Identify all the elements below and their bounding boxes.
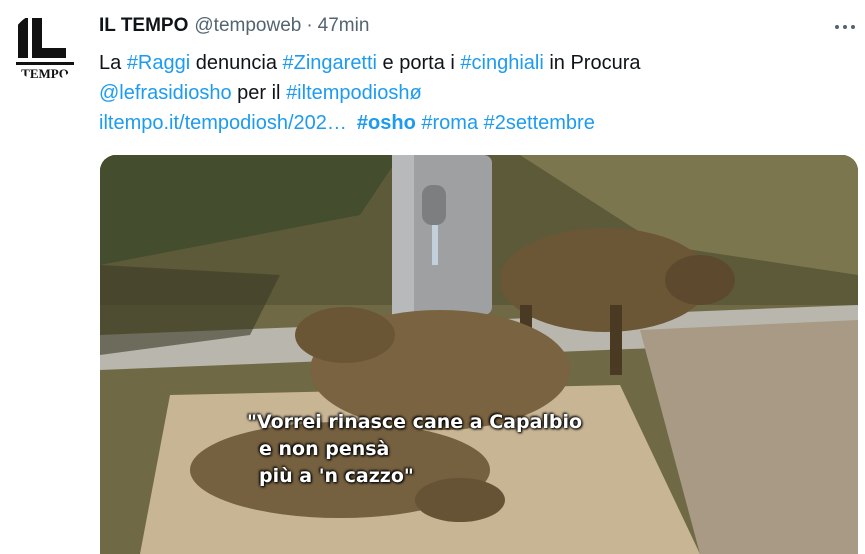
tweet[interactable]: TEMPO IL TEMPO @tempoweb · 47min La #Rag… [0,0,865,554]
author-handle[interactable]: @tempoweb [194,15,301,37]
tweet-header: IL TEMPO @tempoweb · 47min [99,15,369,41]
author-name[interactable]: IL TEMPO [99,15,188,37]
svg-text:TEMPO: TEMPO [21,66,69,81]
caption-line-3: più a 'n cazzo" [259,465,414,487]
hashtag-2settembre-link[interactable]: #2settembre [484,112,595,134]
text-segment: e porta i [377,52,461,74]
hashtag-zingaretti-link[interactable]: #Zingaretti [283,52,378,74]
image-caption: "Vorrei rinasce cane a Capalbio e non pe… [247,409,582,490]
tweet-time[interactable]: 47min [318,15,370,37]
more-options-button[interactable] [830,16,860,38]
tweet-text-line-2: @lefrasidiosho per il #iltempodioshø [99,78,641,108]
tweet-text-line-1: La #Raggi denuncia #Zingaretti e porta i… [99,48,641,78]
caption-line-1: "Vorrei rinasce cane a Capalbio [247,411,583,433]
more-dot [851,25,855,29]
hashtag-raggi-link[interactable]: #Raggi [127,52,190,74]
more-horizontal-icon [835,25,839,29]
hashtag-osho-link[interactable]: #osho [357,112,416,134]
more-dot [843,25,847,29]
hashtag-iltempodiosho-link[interactable]: #iltempodioshø [286,82,422,104]
hashtag-roma-link[interactable]: #roma [421,112,478,134]
text-segment: denuncia [190,52,283,74]
text-segment: in Procura [543,52,641,74]
avatar[interactable]: TEMPO [10,12,80,82]
il-tempo-logo: TEMPO [10,12,80,82]
separator-dot: · [306,15,313,36]
tweet-media-image[interactable]: "Vorrei rinasce cane a Capalbio e non pe… [100,155,858,554]
tweet-text: La #Raggi denuncia #Zingaretti e porta i… [99,48,641,138]
wild-boars-photo [100,155,858,554]
tweet-text-line-3: iltempo.it/tempodiosh/202… #osho #roma #2… [99,108,641,138]
text-segment: La [99,52,127,74]
url-link[interactable]: iltempo.it/tempodiosh/202… [99,112,347,134]
hashtag-cinghiali-link[interactable]: #cinghiali [460,52,543,74]
text-segment: per il [231,82,287,104]
mention-lefrasidiosho-link[interactable]: @lefrasidiosho [99,82,232,104]
caption-line-2: e non pensà [259,438,390,460]
